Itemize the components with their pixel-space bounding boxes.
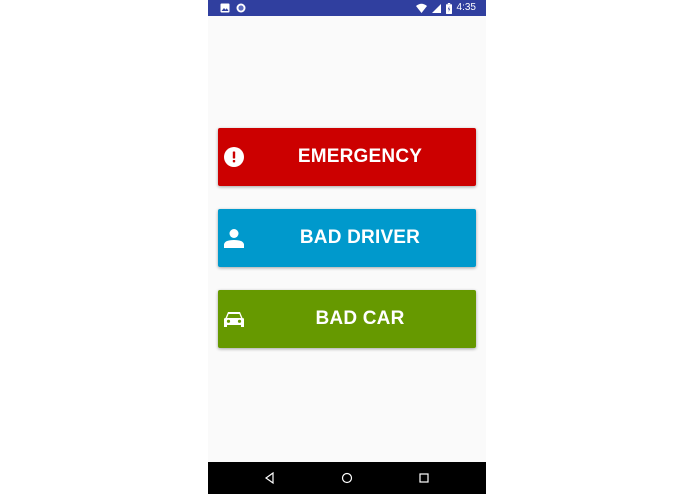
navigation-bar (208, 462, 486, 494)
car-icon (224, 312, 244, 327)
status-right-icons: 4:35 (415, 2, 476, 14)
bad-driver-button-label: BAD DRIVER (299, 227, 421, 248)
status-left-icons (220, 3, 246, 13)
home-icon[interactable] (340, 471, 354, 485)
person-icon (224, 229, 244, 248)
status-time: 4:35 (456, 2, 476, 13)
back-icon[interactable] (263, 471, 277, 485)
status-bar: 4:35 (208, 0, 486, 16)
image-icon (220, 3, 230, 13)
signal-icon (431, 3, 441, 13)
wifi-icon (415, 3, 427, 13)
phone-screen: 4:35 EMERGENCY BAD DRIVER BAD CAR (208, 0, 486, 494)
sync-icon (236, 3, 246, 13)
emergency-button[interactable]: EMERGENCY (218, 128, 476, 186)
alert-circle-icon (224, 147, 244, 167)
battery-icon (445, 2, 452, 14)
emergency-button-label: EMERGENCY (297, 146, 423, 167)
bad-car-button[interactable]: BAD CAR (218, 290, 476, 348)
main-content: EMERGENCY BAD DRIVER BAD CAR (208, 16, 486, 462)
recents-icon[interactable] (417, 471, 431, 485)
bad-driver-button[interactable]: BAD DRIVER (218, 209, 476, 267)
bad-car-button-label: BAD CAR (315, 308, 405, 329)
